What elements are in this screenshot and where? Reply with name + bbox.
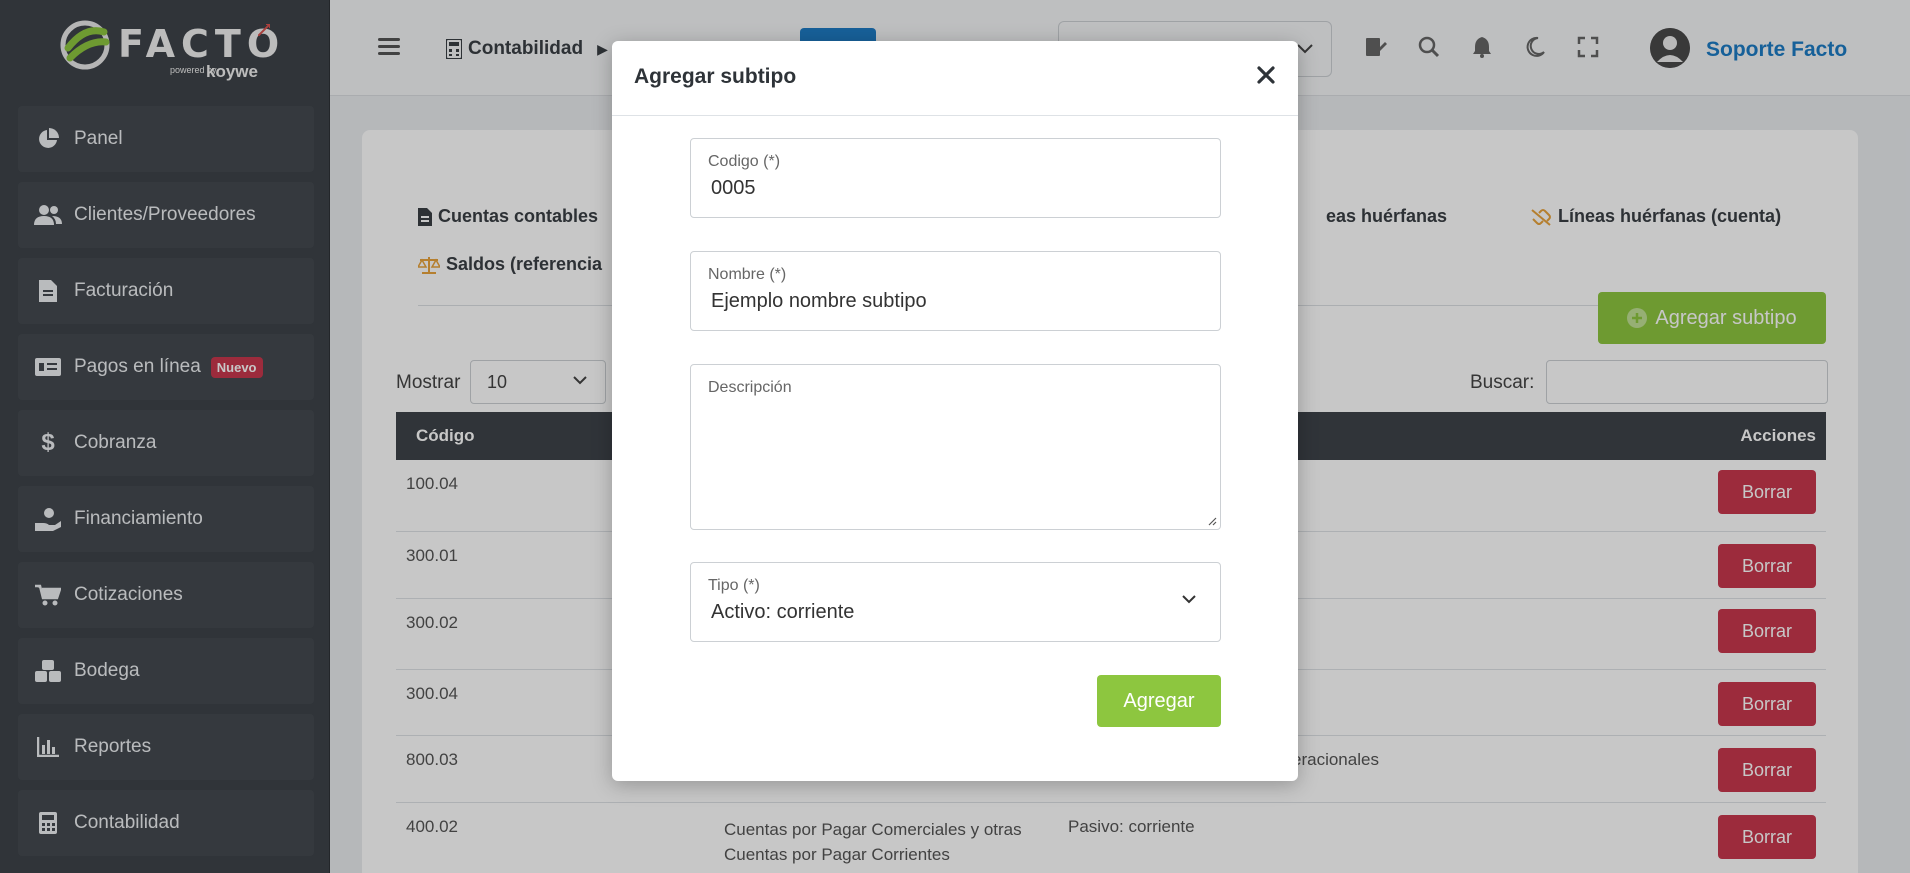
tipo-value: Activo: corriente: [711, 601, 855, 623]
nombre-value: Ejemplo nombre subtipo: [711, 290, 927, 312]
tipo-select[interactable]: Tipo (*) Activo: corriente: [690, 562, 1221, 642]
chevron-down-icon: [1182, 595, 1196, 604]
descripcion-field[interactable]: Descripción: [690, 364, 1221, 530]
add-subtype-modal: Agregar subtipo Codigo (*) 0005 Nombre (…: [612, 41, 1298, 781]
submit-button[interactable]: Agregar: [1097, 675, 1221, 727]
close-icon[interactable]: [1254, 63, 1278, 87]
codigo-value: 0005: [711, 177, 756, 199]
descripcion-label: Descripción: [708, 379, 792, 396]
modal-header: Agregar subtipo: [612, 41, 1298, 116]
tipo-label: Tipo (*): [708, 577, 760, 594]
codigo-label: Codigo (*): [708, 153, 781, 170]
codigo-field[interactable]: Codigo (*) 0005: [690, 138, 1221, 218]
nombre-field[interactable]: Nombre (*) Ejemplo nombre subtipo: [690, 251, 1221, 331]
nombre-label: Nombre (*): [708, 266, 787, 283]
resize-handle-icon[interactable]: [1207, 516, 1217, 526]
modal-title: Agregar subtipo: [634, 65, 797, 88]
